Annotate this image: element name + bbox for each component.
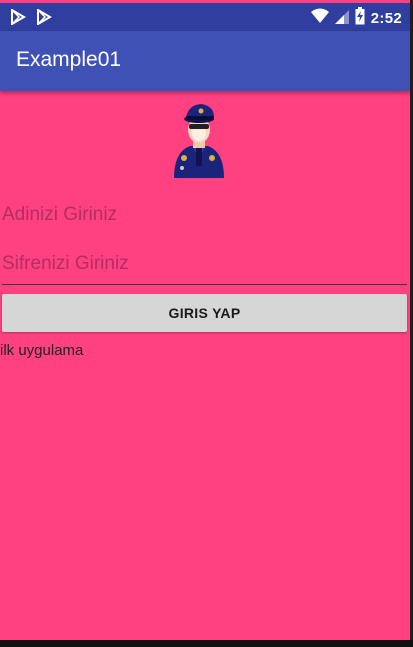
password-input[interactable]: Sifrenizi Giriniz bbox=[2, 244, 407, 285]
login-button-label: GIRIS YAP bbox=[168, 305, 241, 321]
play-store-notification-icon bbox=[10, 8, 26, 30]
play-store-notification-icon bbox=[36, 8, 52, 30]
app-bar: Example01 bbox=[0, 31, 410, 91]
status-left-icons bbox=[10, 8, 52, 30]
police-officer-icon bbox=[168, 100, 230, 180]
app-title: Example01 bbox=[16, 48, 122, 71]
password-input-placeholder: Sifrenizi Giriniz bbox=[2, 253, 129, 274]
wifi-icon bbox=[310, 8, 329, 29]
name-input-placeholder: Adinizi Giriniz bbox=[2, 204, 118, 225]
login-button[interactable]: GIRIS YAP bbox=[2, 294, 407, 332]
name-input[interactable]: Adinizi Giriniz bbox=[2, 195, 407, 235]
battery-charging-icon bbox=[355, 7, 365, 30]
cell-signal-icon bbox=[334, 8, 349, 29]
status-bar: 2:52 bbox=[0, 3, 410, 31]
app-screen: 2:52 Example01 Adinizi Giriniz Sifrenizi… bbox=[0, 0, 410, 640]
status-right-icons: 2:52 bbox=[310, 7, 402, 30]
bottom-edge bbox=[0, 640, 413, 647]
status-time: 2:52 bbox=[370, 10, 402, 27]
caption-text: ilk uygulama bbox=[0, 342, 84, 359]
